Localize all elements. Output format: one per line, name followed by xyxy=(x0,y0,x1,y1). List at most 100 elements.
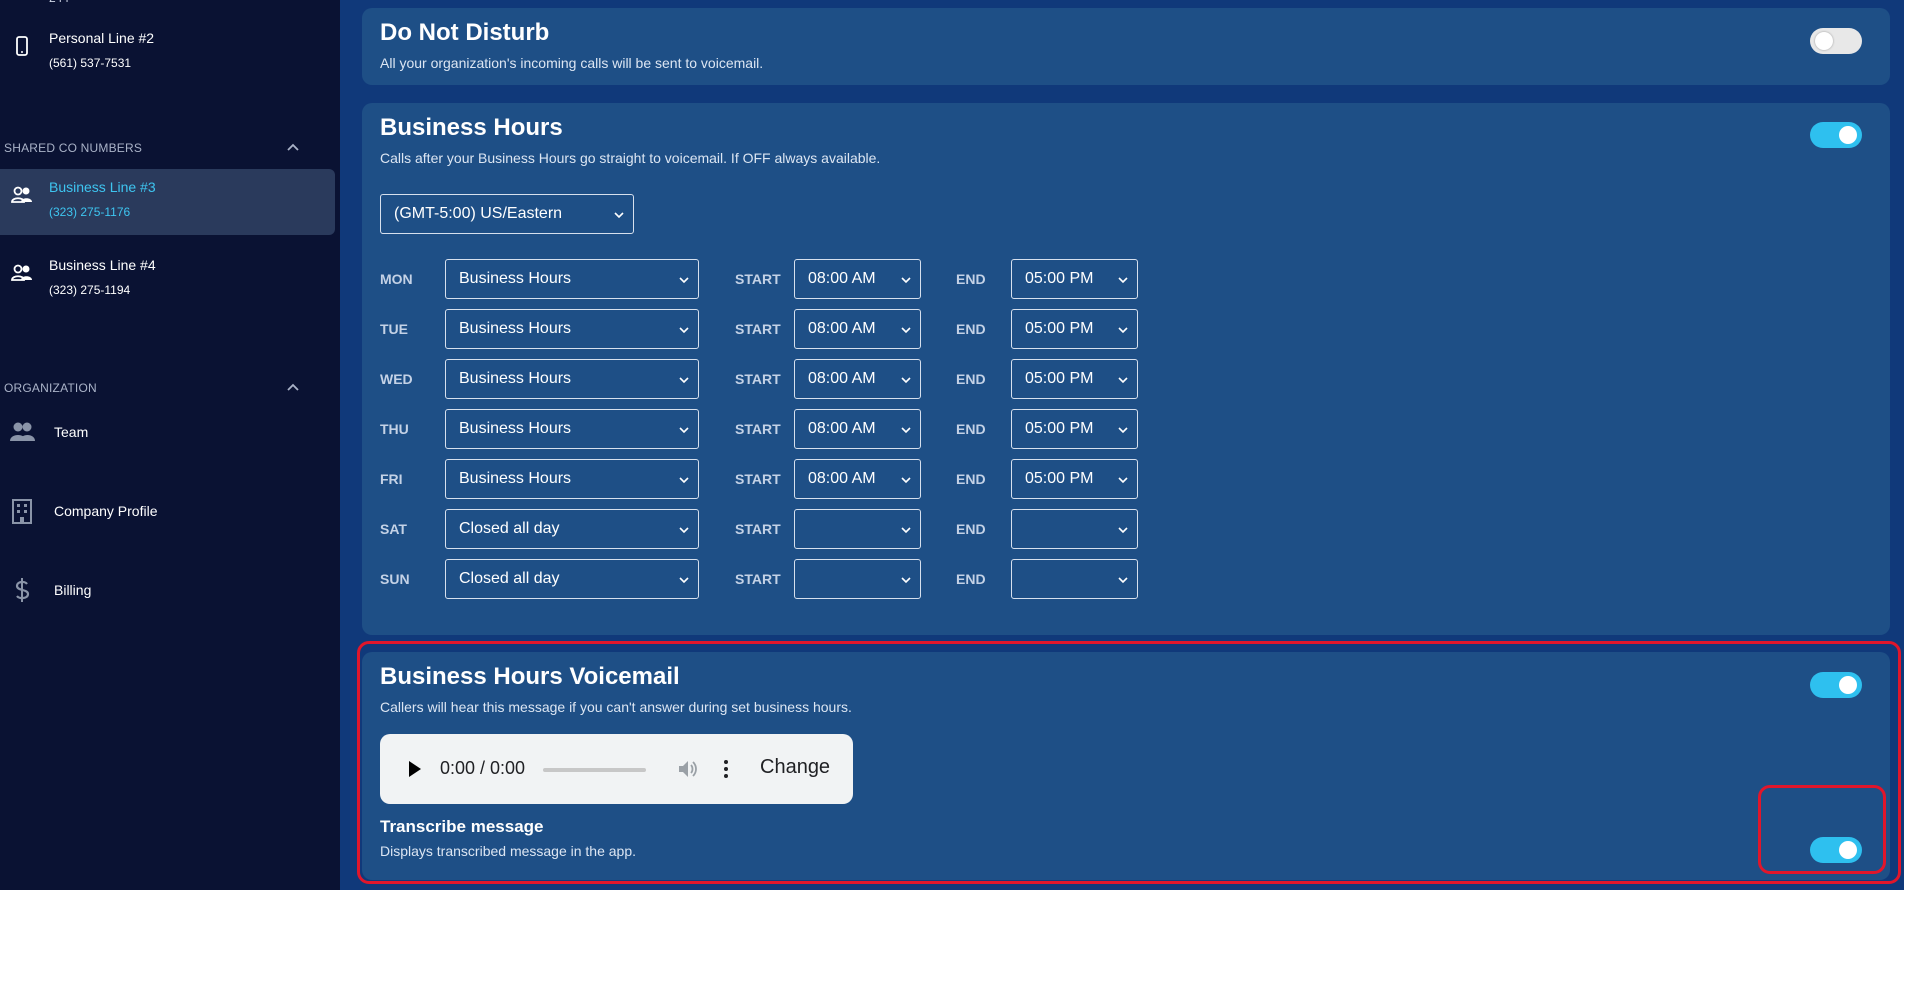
app-window: 244 Personal Line #2 (561) 537-7531 SHAR… xyxy=(0,0,1904,890)
start-label: START xyxy=(735,421,781,437)
end-label: END xyxy=(956,471,986,487)
end-time-value: 05:00 PM xyxy=(1025,370,1094,387)
start-label: START xyxy=(735,571,781,587)
start-time-select-fri[interactable]: 08:00 AM xyxy=(794,459,921,499)
sidebar-item-label: Business Line #3 xyxy=(49,179,156,195)
end-time-select-fri[interactable]: 05:00 PM xyxy=(1011,459,1138,499)
day-mode-select-fri[interactable]: Business Hours xyxy=(445,459,699,499)
sidebar-item-business-line-4[interactable]: Business Line #4 (323) 275-1194 xyxy=(0,247,335,313)
sidebar: 244 Personal Line #2 (561) 537-7531 SHAR… xyxy=(0,0,340,890)
start-time-select-sat[interactable] xyxy=(794,509,921,549)
sidebar-item-label: Billing xyxy=(54,582,92,598)
day-mode-select-sat[interactable]: Closed all day xyxy=(445,509,699,549)
shared-users-icon xyxy=(11,264,32,281)
chevron-up-icon[interactable] xyxy=(284,379,302,397)
day-mode-value: Closed all day xyxy=(459,570,560,587)
start-time-select-mon[interactable]: 08:00 AM xyxy=(794,259,921,299)
timezone-value: (GMT-5:00) US/Eastern xyxy=(394,205,563,222)
sidebar-item-business-line-3[interactable]: Business Line #3 (323) 275-1176 xyxy=(0,169,335,235)
day-mode-value: Business Hours xyxy=(459,270,572,287)
chevron-down-icon xyxy=(1118,327,1128,334)
card-description: All your organization's incoming calls w… xyxy=(380,55,764,71)
day-mode-value: Closed all day xyxy=(459,520,560,537)
day-label-thu: THU xyxy=(380,421,409,437)
chevron-down-icon xyxy=(679,477,689,484)
chevron-down-icon xyxy=(1118,427,1128,434)
end-time-select-thu[interactable]: 05:00 PM xyxy=(1011,409,1138,449)
end-time-select-sat[interactable] xyxy=(1011,509,1138,549)
chevron-down-icon xyxy=(679,527,689,534)
day-mode-select-thu[interactable]: Business Hours xyxy=(445,409,699,449)
toggle-knob xyxy=(1815,32,1833,50)
day-mode-select-sun[interactable]: Closed all day xyxy=(445,559,699,599)
chevron-down-icon xyxy=(901,477,911,484)
sidebar-item-number: (323) 275-1194 xyxy=(49,283,131,297)
sidebar-item-team[interactable]: Team xyxy=(0,404,335,460)
end-label: END xyxy=(956,571,986,587)
chevron-down-icon xyxy=(1118,477,1128,484)
start-label: START xyxy=(735,521,781,537)
chevron-down-icon xyxy=(1118,277,1128,284)
chevron-down-icon xyxy=(614,212,624,219)
chevron-down-icon xyxy=(679,377,689,384)
card-title: Business Hours xyxy=(380,114,563,141)
main-content: Do Not Disturb All your organization's i… xyxy=(340,0,1904,890)
business-hours-card: Business Hours Calls after your Business… xyxy=(362,103,1890,635)
chevron-down-icon xyxy=(679,577,689,584)
end-label: END xyxy=(956,421,986,437)
sidebar-item-number: (323) 275-1176 xyxy=(49,205,131,219)
end-time-select-tue[interactable]: 05:00 PM xyxy=(1011,309,1138,349)
chevron-down-icon xyxy=(679,427,689,434)
card-description: Calls after your Business Hours go strai… xyxy=(380,150,881,166)
do-not-disturb-toggle[interactable] xyxy=(1810,28,1862,54)
chevron-down-icon xyxy=(901,377,911,384)
business-hours-toggle[interactable] xyxy=(1810,122,1862,148)
section-header-shared-numbers: SHARED CO NUMBERS xyxy=(4,141,143,155)
sidebar-item-company-profile[interactable]: Company Profile xyxy=(0,483,335,539)
day-label-fri: FRI xyxy=(380,471,403,487)
timezone-select[interactable]: (GMT-5:00) US/Eastern xyxy=(380,194,634,234)
chevron-down-icon xyxy=(901,427,911,434)
end-time-value: 05:00 PM xyxy=(1025,270,1094,287)
day-label-sun: SUN xyxy=(380,571,410,587)
start-time-value: 08:00 AM xyxy=(808,370,876,387)
chevron-down-icon xyxy=(901,327,911,334)
day-mode-value: Business Hours xyxy=(459,420,572,437)
end-time-value: 05:00 PM xyxy=(1025,320,1094,337)
section-header-organization: ORGANIZATION xyxy=(4,381,97,395)
start-label: START xyxy=(735,371,781,387)
day-mode-value: Business Hours xyxy=(459,370,572,387)
day-label-mon: MON xyxy=(380,271,413,287)
day-mode-select-wed[interactable]: Business Hours xyxy=(445,359,699,399)
start-time-select-wed[interactable]: 08:00 AM xyxy=(794,359,921,399)
start-time-select-thu[interactable]: 08:00 AM xyxy=(794,409,921,449)
do-not-disturb-card: Do Not Disturb All your organization's i… xyxy=(362,8,1890,85)
end-label: END xyxy=(956,371,986,387)
sidebar-item-label: Company Profile xyxy=(54,503,158,519)
end-time-select-wed[interactable]: 05:00 PM xyxy=(1011,359,1138,399)
day-label-wed: WED xyxy=(380,371,413,387)
chevron-down-icon xyxy=(1118,577,1128,584)
day-label-tue: TUE xyxy=(380,321,408,337)
chevron-down-icon xyxy=(1118,527,1128,534)
building-icon xyxy=(12,499,32,524)
start-time-select-sun[interactable] xyxy=(794,559,921,599)
team-icon xyxy=(10,422,35,441)
sidebar-item-label: Team xyxy=(54,424,89,440)
end-time-select-mon[interactable]: 05:00 PM xyxy=(1011,259,1138,299)
start-time-value: 08:00 AM xyxy=(808,270,876,287)
end-time-value: 05:00 PM xyxy=(1025,420,1094,437)
shared-users-icon xyxy=(11,186,32,203)
day-mode-select-tue[interactable]: Business Hours xyxy=(445,309,699,349)
chevron-down-icon xyxy=(901,527,911,534)
chevron-up-icon[interactable] xyxy=(284,139,302,157)
end-label: END xyxy=(956,521,986,537)
end-time-select-sun[interactable] xyxy=(1011,559,1138,599)
sidebar-item-personal-line-2[interactable]: Personal Line #2 (561) 537-7531 xyxy=(0,20,335,86)
day-label-sat: SAT xyxy=(380,521,407,537)
end-label: END xyxy=(956,271,986,287)
start-label: START xyxy=(735,271,781,287)
start-time-select-tue[interactable]: 08:00 AM xyxy=(794,309,921,349)
sidebar-item-billing[interactable]: Billing xyxy=(0,562,335,618)
day-mode-select-mon[interactable]: Business Hours xyxy=(445,259,699,299)
